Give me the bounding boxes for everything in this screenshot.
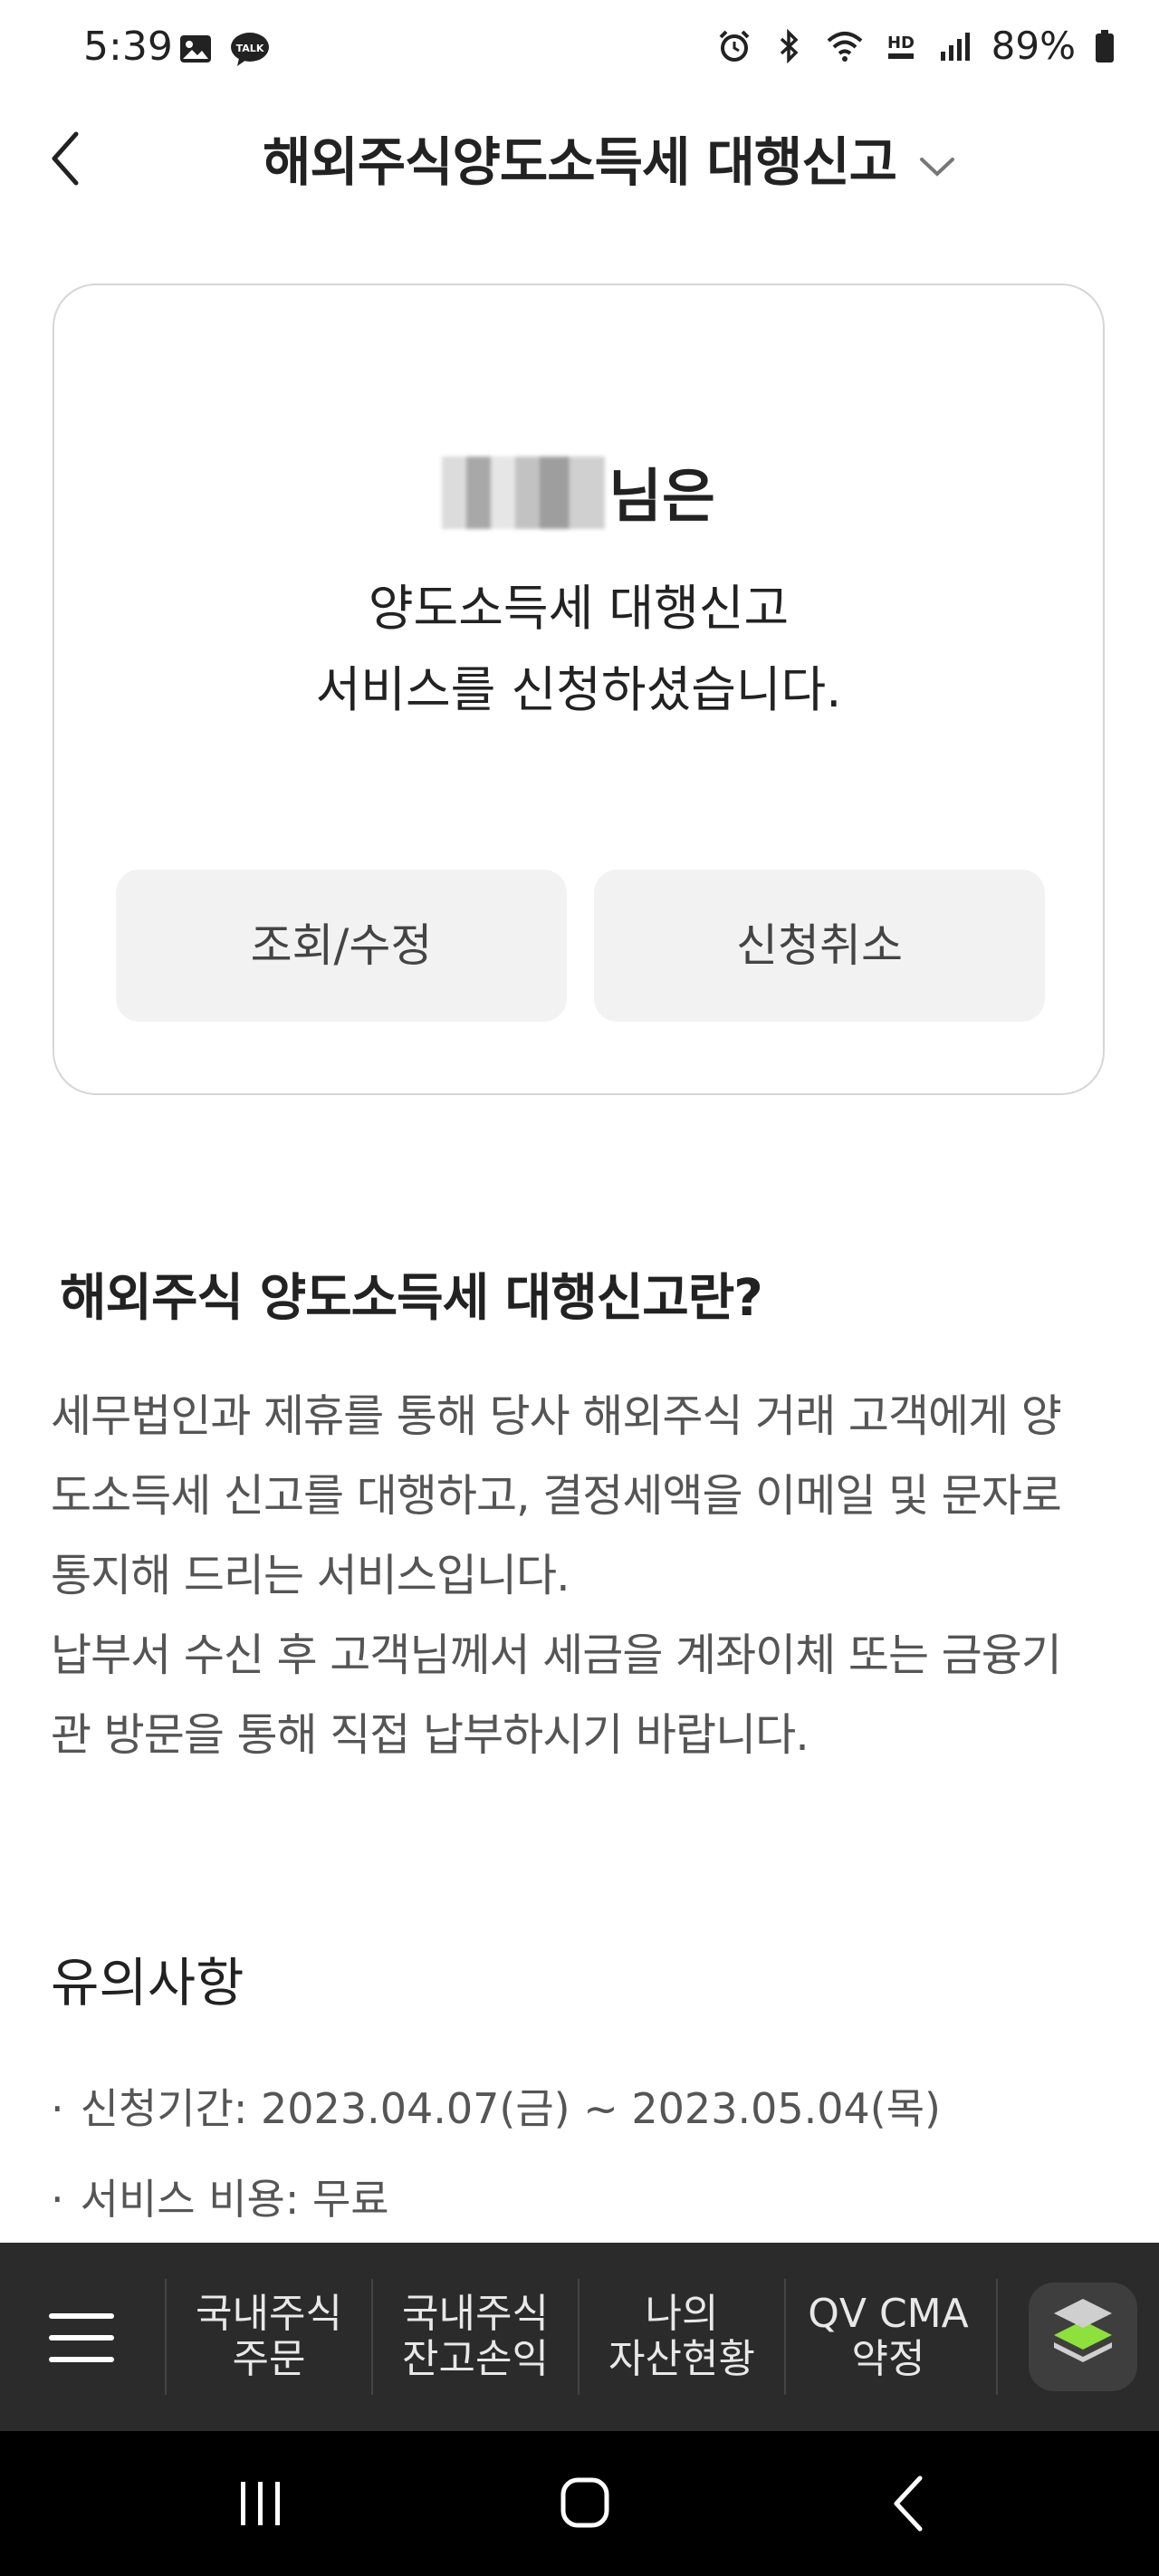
info-section-body: 세무법인과 제휴를 통해 당사 해외주식 거래 고객에게 양 도소득세 신고를 … <box>51 1390 1062 1761</box>
nav-my-assets[interactable]: 나의 자산현황 <box>580 2243 784 2431</box>
customer-name-row: 님은 <box>54 450 1103 533</box>
nav-domestic-balance[interactable]: 국내주식 잔고손익 <box>373 2243 578 2431</box>
hd-voice-icon: HD <box>887 34 915 59</box>
page-header: 해외주식양도소득세 대행신고 <box>0 100 1159 217</box>
status-time: 5:39 <box>83 24 173 70</box>
layers-icon <box>1054 2299 1112 2362</box>
talk-label: TALK <box>236 43 264 54</box>
menu-icon[interactable] <box>36 2297 127 2379</box>
notes-title: 유의사항 <box>51 1952 244 2014</box>
home-icon[interactable] <box>549 2467 621 2540</box>
note-item-period: · 신청기간: 2023.04.07(금) ~ 2023.05.04(목) <box>51 2084 941 2133</box>
info-section-title: 해외주식 양도소득세 대행신고란? <box>60 1269 763 1328</box>
talk-icon: TALK <box>231 33 269 66</box>
chevron-down-icon[interactable] <box>915 143 960 188</box>
battery-percent: 89% <box>991 24 1076 68</box>
view-edit-button[interactable]: 조회/수정 <box>116 870 567 1022</box>
application-message: 양도소득세 대행신고 서비스를 신청하셨습니다. <box>315 580 842 718</box>
recent-apps-icon[interactable] <box>225 2467 297 2540</box>
bottom-nav: 국내주식 주문 국내주식 잔고손익 나의 자산현황 QV CMA 약정 <box>0 2243 1159 2431</box>
signal-icon <box>940 32 970 61</box>
layers-button[interactable] <box>1029 2283 1137 2391</box>
system-nav-bar <box>0 2431 1159 2576</box>
status-bar: 5:39 TALK HD 89% <box>0 0 1159 100</box>
blurred-customer-name <box>442 457 606 529</box>
hd-label: HD <box>887 34 915 53</box>
bluetooth-icon <box>780 28 799 63</box>
battery-icon <box>1096 29 1114 62</box>
back-nav-icon[interactable] <box>875 2467 947 2540</box>
gallery-icon <box>180 35 211 62</box>
note-item-fee: · 서비스 비용: 무료 <box>51 2175 389 2224</box>
nav-qv-cma[interactable]: QV CMA 약정 <box>786 2243 991 2431</box>
nav-domestic-order[interactable]: 국내주식 주문 <box>167 2243 371 2431</box>
wifi-icon <box>827 31 862 62</box>
alarm-icon <box>719 30 750 62</box>
application-status-card: 님은 양도소득세 대행신고 서비스를 신청하셨습니다. 조회/수정 신청취소 <box>53 284 1105 1095</box>
cancel-application-button[interactable]: 신청취소 <box>594 870 1045 1022</box>
page-title[interactable]: 해외주식양도소득세 대행신고 <box>0 120 1159 196</box>
name-suffix: 님은 <box>608 464 715 531</box>
